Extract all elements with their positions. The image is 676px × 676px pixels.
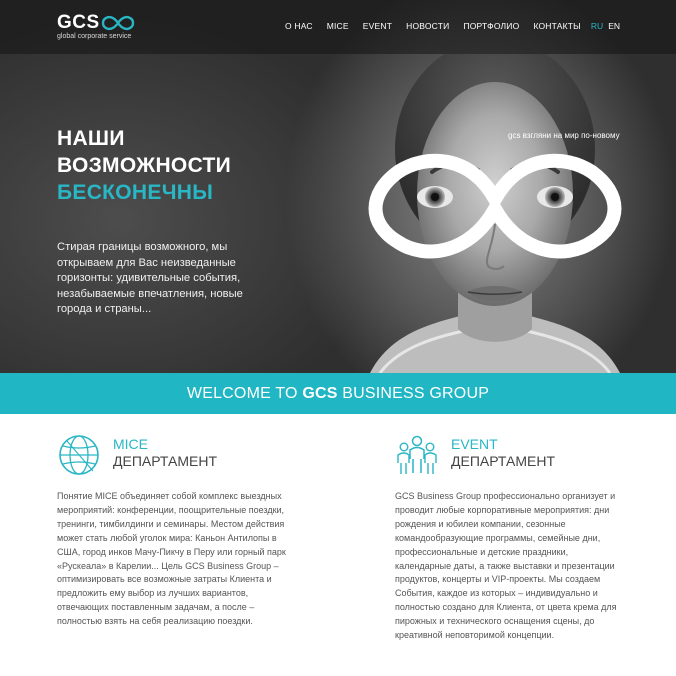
main-navigation: О НАС MICE EVENT НОВОСТИ ПОРТФОЛИО КОНТА…: [285, 21, 620, 31]
hero-description: Стирая границы возможного, мы открываем …: [57, 241, 243, 316]
logo[interactable]: GCS global corporate service: [57, 12, 167, 44]
nav-item-contacts[interactable]: КОНТАКТЫ: [533, 21, 580, 31]
people-group-icon: [397, 435, 437, 474]
department-subtitle: ДЕПАРТАМЕНТ: [451, 453, 556, 469]
banner-suffix: BUSINESS GROUP: [337, 384, 490, 402]
department-heading: MICE ДЕПАРТАМЕНТ: [113, 436, 217, 470]
lang-ru-link[interactable]: RU: [591, 21, 603, 31]
nav-item-about[interactable]: О НАС: [285, 21, 313, 31]
department-description: Понятие MICE объединяет собой комплекс в…: [57, 491, 286, 627]
department-description: GCS Business Group профессионально орган…: [395, 491, 617, 641]
hero-portrait-image: [368, 54, 622, 373]
header-bar: GCS global corporate service О НАС MICE …: [0, 0, 676, 54]
banner-text: WELCOME TO GCS BUSINESS GROUP: [187, 385, 489, 403]
infinity-logo-icon: [101, 15, 135, 31]
hero-title: НАШИ ВОЗМОЖНОСТИ БЕСКОНЕЧНЫ: [57, 125, 317, 206]
hero-title-line-1: НАШИ: [57, 127, 125, 150]
logo-subtitle: global corporate service: [57, 33, 132, 40]
lang-en-link[interactable]: EN: [608, 21, 620, 31]
hero-title-line-3: БЕСКОНЕЧНЫ: [57, 181, 214, 204]
language-switcher: RU EN: [591, 21, 620, 31]
hero-title-line-2: ВОЗМОЖНОСТИ: [57, 154, 232, 177]
nav-item-news[interactable]: НОВОСТИ: [406, 21, 449, 31]
nav-item-portfolio[interactable]: ПОРТФОЛИО: [463, 21, 519, 31]
logo-text: GCS: [57, 12, 100, 33]
department-name[interactable]: EVENT: [451, 436, 555, 453]
department-subtitle: ДЕПАРТАМЕНТ: [113, 453, 218, 469]
nav-item-event[interactable]: EVENT: [363, 21, 392, 31]
globe-icon: [59, 435, 99, 475]
banner-brand: GCS: [302, 384, 338, 402]
nav-item-mice[interactable]: MICE: [327, 21, 349, 31]
department-heading: EVENT ДЕПАРТАМЕНТ: [451, 436, 555, 470]
hero-section: GCS global corporate service О НАС MICE …: [0, 0, 676, 373]
welcome-banner: WELCOME TO GCS BUSINESS GROUP: [0, 373, 676, 414]
department-name[interactable]: MICE: [113, 436, 217, 453]
banner-prefix: WELCOME TO: [186, 384, 303, 402]
hero-tagline: gcs взгляни на мир по-новому: [508, 131, 620, 140]
